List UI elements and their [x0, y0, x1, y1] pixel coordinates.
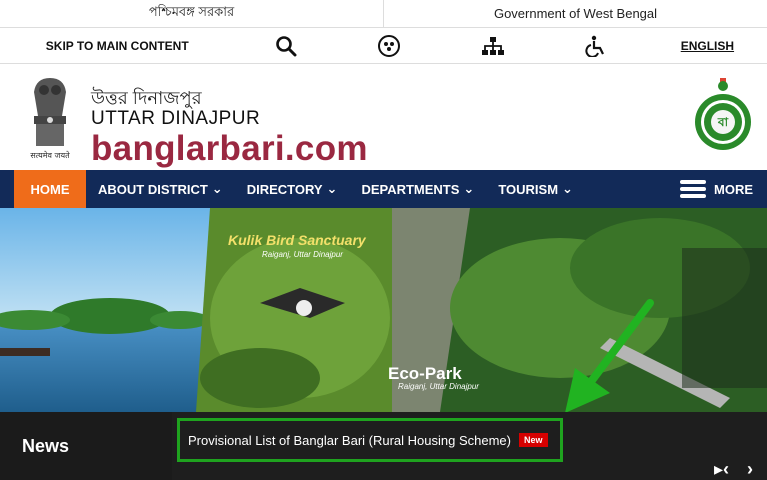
chevron-down-icon: ⌄ [463, 181, 475, 196]
hero-banner[interactable]: Kulik Bird Sanctuary Raiganj, Uttar Dina… [0, 208, 767, 412]
nav-about-district-label: ABOUT DISTRICT [98, 181, 208, 197]
title-english: UTTAR DINAJPUR [91, 108, 261, 129]
nav-directory[interactable]: DIRECTORY ⌄ [235, 170, 350, 208]
state-govt-bengali[interactable]: পশ্চিমবঙ্গ সরকার [0, 0, 384, 27]
main-navigation: HOME ABOUT DISTRICT ⌄ DIRECTORY ⌄ DEPART… [0, 170, 767, 208]
news-ticker: News Provisional List of Banglar Bari (R… [0, 412, 767, 480]
new-badge: New [518, 433, 548, 447]
chevron-down-icon: ⌄ [211, 181, 223, 196]
nav-more-button[interactable]: MORE [680, 180, 753, 198]
nav-tourism[interactable]: TOURISM ⌄ [486, 170, 585, 208]
hero-caption-sanctuary-sub: Raiganj, Uttar Dinajpur [262, 250, 343, 259]
hero-caption-ecopark-sub: Raiganj, Uttar Dinajpur [398, 382, 479, 391]
accessibility-icon[interactable] [544, 35, 647, 57]
chevron-down-icon: ⌄ [562, 181, 573, 196]
chevron-down-icon: ⌄ [326, 181, 338, 196]
skip-to-content-link[interactable]: SKIP TO MAIN CONTENT [0, 39, 234, 53]
emblem-motto: सत्यमेव जयते [30, 150, 70, 160]
nav-about-district[interactable]: ABOUT DISTRICT ⌄ [86, 170, 235, 208]
state-govt-english[interactable]: Government of West Bengal [384, 0, 767, 27]
news-headline-link[interactable]: Provisional List of Banglar Bari (Rural … [188, 433, 511, 448]
svg-text:বা: বা [717, 115, 729, 129]
news-item-highlighted[interactable]: Provisional List of Banglar Bari (Rural … [177, 418, 563, 462]
nav-home[interactable]: HOME [14, 170, 86, 208]
national-emblem-icon[interactable]: सत्यमेव जयते [22, 72, 78, 162]
social-icon[interactable] [338, 34, 441, 58]
nav-departments[interactable]: DEPARTMENTS ⌄ [349, 170, 486, 208]
sitemap-icon[interactable] [441, 36, 544, 56]
site-name: banglarbari.com [91, 129, 368, 168]
top-bar: পশ্চিমবঙ্গ সরকার Government of West Beng… [0, 0, 767, 28]
news-label: News [0, 412, 172, 480]
hamburger-icon [680, 180, 706, 198]
title-bengali: উত্তর দিনাজপুর [91, 88, 202, 108]
play-prev-icon[interactable]: ▸‹ [714, 459, 729, 480]
west-bengal-emblem-icon: বা [695, 76, 751, 156]
accessibility-toolbar: SKIP TO MAIN CONTENT ENGLISH [0, 28, 767, 64]
search-icon[interactable] [234, 35, 337, 57]
hero-caption-sanctuary: Kulik Bird Sanctuary [228, 232, 366, 248]
site-header: सत्यमेव जयते উত্তর দিনাজপুর UTTAR DINAJP… [0, 64, 767, 170]
nav-more-label: MORE [714, 181, 753, 197]
language-toggle[interactable]: ENGLISH [648, 39, 767, 53]
next-icon[interactable]: › [747, 459, 753, 480]
nav-departments-label: DEPARTMENTS [361, 181, 460, 197]
nav-directory-label: DIRECTORY [246, 181, 323, 197]
nav-tourism-label: TOURISM [498, 181, 559, 197]
hero-caption-ecopark: Eco-Park [388, 364, 462, 383]
news-controls: ▸‹ › [714, 459, 753, 480]
district-title: উত্তর দিনাজপুর UTTAR DINAJPUR banglarbar… [91, 88, 368, 168]
